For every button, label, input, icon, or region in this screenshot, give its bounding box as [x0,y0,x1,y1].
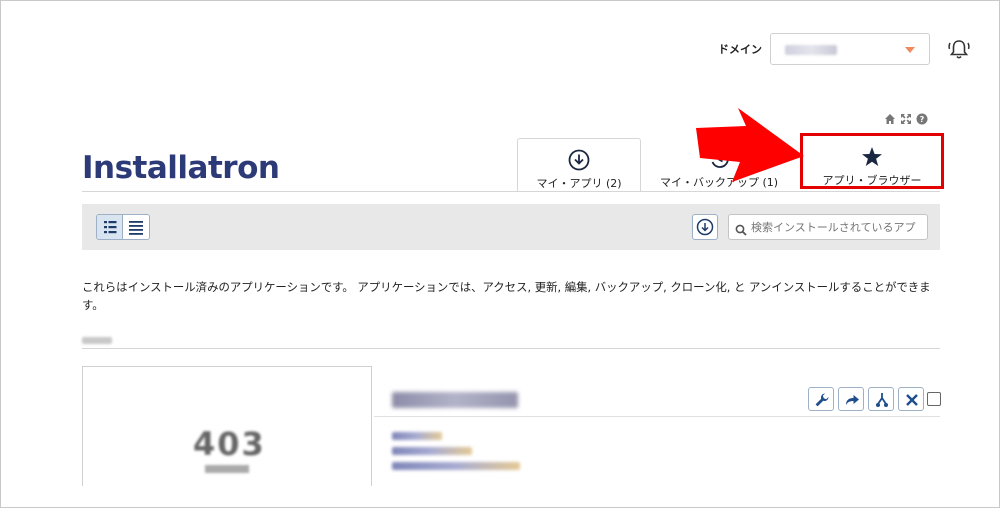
screenshot-error-code: 403 [193,425,266,463]
tabs-divider [82,191,940,192]
tab-label: アプリ・ブラウザー [822,174,922,187]
view-controls: ? [884,110,928,125]
svg-text:?: ? [920,115,925,124]
screenshot-caption [205,465,249,473]
section-heading [82,337,112,344]
search-box[interactable] [728,214,928,240]
app-info-line [392,462,520,470]
view-toggle [96,214,150,240]
clone-button[interactable] [868,387,894,411]
home-icon[interactable] [884,110,896,124]
search-input[interactable] [751,218,925,236]
detail-list-view-button[interactable] [97,215,123,239]
annotation-arrow-icon [694,106,806,184]
section-divider [82,348,940,349]
share-button[interactable] [838,387,864,411]
app-info-line [392,432,442,440]
app-info-line [392,447,472,455]
chevron-down-icon [905,47,915,53]
app-title-divider [374,416,940,417]
app-title[interactable] [392,392,518,408]
app-screenshot[interactable]: 403 [82,366,372,486]
page-description: これらはインストール済みのアプリケーションです。 アプリケーションでは、アクセス… [82,280,931,312]
download-circle-icon [568,149,590,171]
tab-my-apps[interactable]: マイ・アプリ (2) [517,138,641,192]
edit-button[interactable] [808,387,834,411]
tab-app-browser[interactable]: アプリ・ブラウザー [800,133,944,189]
install-button[interactable] [692,214,718,240]
apps-toolbar [82,204,940,250]
domain-value [785,45,837,55]
installatron-logo: Installatron [82,150,280,186]
fullscreen-icon[interactable] [900,110,912,124]
tab-label: マイ・アプリ (2) [536,177,622,190]
delete-button[interactable] [898,387,924,411]
star-icon [861,146,883,168]
bell-ring-icon[interactable] [946,36,972,62]
help-icon[interactable]: ? [916,110,928,125]
domain-select[interactable] [770,33,930,65]
domain-label: ドメイン [718,43,762,56]
compact-list-view-button[interactable] [123,215,149,239]
select-checkbox[interactable] [927,392,941,406]
search-icon [735,221,747,236]
